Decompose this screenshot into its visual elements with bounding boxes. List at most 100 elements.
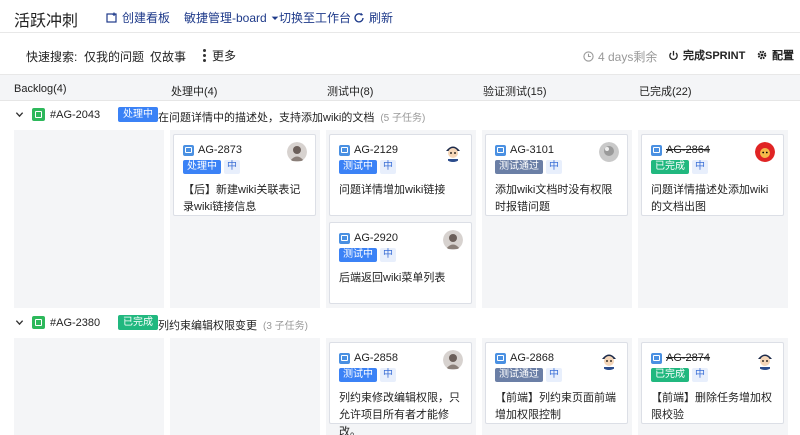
status-badge: 已完成 [118,315,158,330]
issue-key: AG-2858 [354,352,399,364]
issue-key: AG-3101 [510,144,555,156]
priority-badge: 中 [380,248,396,262]
status-badge: 测试中 [339,368,377,382]
subtask-icon [339,352,350,364]
priority-badge: 中 [380,368,396,382]
quick-search-label: 快速搜索: [26,50,78,64]
swimlane-key[interactable]: #AG-2380 [50,317,100,329]
status-badge: 处理中 [183,160,221,174]
avatar[interactable] [443,350,463,370]
issue-card[interactable]: AG-2874 已完成中 【前端】删除任务增加权限校验 [641,342,784,424]
config-button[interactable]: 配置 [756,47,794,63]
issue-key: AG-2920 [354,232,399,244]
subtask-icon [495,352,506,364]
refresh-label: 刷新 [369,11,394,25]
avatar[interactable] [599,350,619,370]
more-filters-label: 更多 [212,49,237,63]
top-header: 活跃冲刺 创建看板 敏捷管理-board 切换至工作台 刷新 [0,0,800,33]
avatar[interactable] [755,350,775,370]
power-icon [669,50,678,60]
issue-card[interactable]: AG-2868 测试通过中 【前端】列约束页面前端增加权限控制 [485,342,628,424]
column-title-testing: 测试中(8) [327,86,374,98]
lane-column-backlog [14,130,164,308]
priority-badge: 中 [692,368,708,382]
issue-key: AG-2874 [666,352,711,364]
issue-summary: 【后】新建wiki关联表记录wiki链接信息 [183,184,301,213]
finish-sprint-button[interactable]: 完成SPRINT [668,47,745,63]
kebab-icon [203,49,206,62]
priority-badge: 中 [380,160,396,174]
priority-badge: 中 [692,160,708,174]
issue-card[interactable]: AG-2129 测试中中 问题详情增加wiki链接 [329,134,472,216]
create-board-icon [106,12,117,23]
subtask-icon [339,144,350,156]
refresh-button[interactable]: 刷新 [353,9,393,26]
issue-card[interactable]: AG-2864 已完成中 问题详情描述处添加wiki的文档出图 [641,134,784,216]
swimlane-title[interactable]: 在问题详情中的描述处，支持添加wiki的文档 (5 子任务) [158,109,425,125]
issue-key: AG-2129 [354,144,399,156]
refresh-icon [354,12,364,22]
avatar[interactable] [287,142,307,162]
issue-card[interactable]: AG-3101 测试通过中 添加wiki文档时没有权限时报错问题 [485,134,628,216]
gear-icon [757,50,767,60]
caret-down-icon [271,16,279,20]
swimlane-title-text: 在问题详情中的描述处，支持添加wiki的文档 [158,112,375,124]
subtask-icon [651,144,662,156]
subtask-count: (3 子任务) [263,321,308,332]
create-board-button[interactable]: 创建看板 [106,9,170,26]
chevron-down-icon[interactable] [15,318,24,327]
sprint-remaining: 4 days剩余 [583,48,657,65]
issue-key: AG-2873 [198,144,243,156]
status-badge: 已完成 [651,160,689,174]
avatar[interactable] [443,142,463,162]
clock-icon [583,51,594,62]
remaining-label: 4 days剩余 [598,50,658,64]
filter-my-issues[interactable]: 仅我的问题 [84,48,144,65]
board-menu-dropdown[interactable]: 敏捷管理-board [184,9,279,26]
avatar[interactable] [599,142,619,162]
subtask-icon [495,144,506,156]
status-badge: 测试通过 [495,368,543,382]
status-badge: 测试中 [339,160,377,174]
status-badge: 已完成 [651,368,689,382]
issue-summary: 添加wiki文档时没有权限时报错问题 [495,184,613,213]
subtask-count: (5 子任务) [380,113,426,124]
issue-summary: 问题详情描述处添加wiki的文档出图 [651,184,769,213]
subtask-icon [651,352,662,364]
column-title-verify: 验证测试(15) [483,86,547,98]
quick-search-bar: 快速搜索: 仅我的问题 仅故事 更多 4 days剩余 完成SPRINT 配置 [0,33,800,75]
column-title-processing: 处理中(4) [171,86,218,98]
avatar[interactable] [443,230,463,250]
subtask-icon [183,144,194,156]
issue-card[interactable]: AG-2858 测试中中 列约束修改编辑权限，只允许项目所有者才能修改。 [329,342,472,435]
switch-workspace-button[interactable]: 切换至工作台 [279,9,351,26]
story-icon [32,108,45,121]
switch-workspace-label: 切换至工作台 [279,11,352,25]
lane-column-processing [170,338,320,435]
config-label: 配置 [772,50,794,62]
swimlane-header[interactable]: #AG-2380 已完成 列约束编辑权限变更 (3 子任务) [0,310,800,338]
swimlane-key[interactable]: #AG-2043 [50,109,100,121]
issue-summary: 问题详情增加wiki链接 [339,184,446,196]
board-menu-label: 敏捷管理-board [184,11,267,25]
issue-summary: 后端返回wiki菜单列表 [339,272,446,284]
issue-summary: 【前端】列约束页面前端增加权限控制 [495,392,616,421]
column-header-row: Backlog(4) 处理中(4) 测试中(8) 验证测试(15) 已完成(22… [0,75,800,101]
avatar[interactable] [755,142,775,162]
swimlane-header[interactable]: #AG-2043 处理中 在问题详情中的描述处，支持添加wiki的文档 (5 子任… [0,102,800,130]
status-badge: 测试中 [339,248,377,262]
issue-summary: 列约束修改编辑权限，只允许项目所有者才能修改。 [339,392,460,435]
filter-story-only[interactable]: 仅故事 [150,48,186,65]
column-title-backlog: Backlog(4) [14,83,67,95]
lane-column-backlog [14,338,164,435]
swimlane-title[interactable]: 列约束编辑权限变更 (3 子任务) [158,317,308,333]
issue-summary: 【前端】删除任务增加权限校验 [651,392,772,421]
issue-card[interactable]: AG-2873 处理中中 【后】新建wiki关联表记录wiki链接信息 [173,134,316,216]
story-icon [32,316,45,329]
issue-key: AG-2868 [510,352,555,364]
chevron-down-icon[interactable] [15,110,24,119]
more-filters-button[interactable]: 更多 [203,47,236,64]
issue-card[interactable]: AG-2920 测试中中 后端返回wiki菜单列表 [329,222,472,304]
finish-sprint-label: 完成SPRINT [683,50,746,62]
priority-badge: 中 [546,368,562,382]
